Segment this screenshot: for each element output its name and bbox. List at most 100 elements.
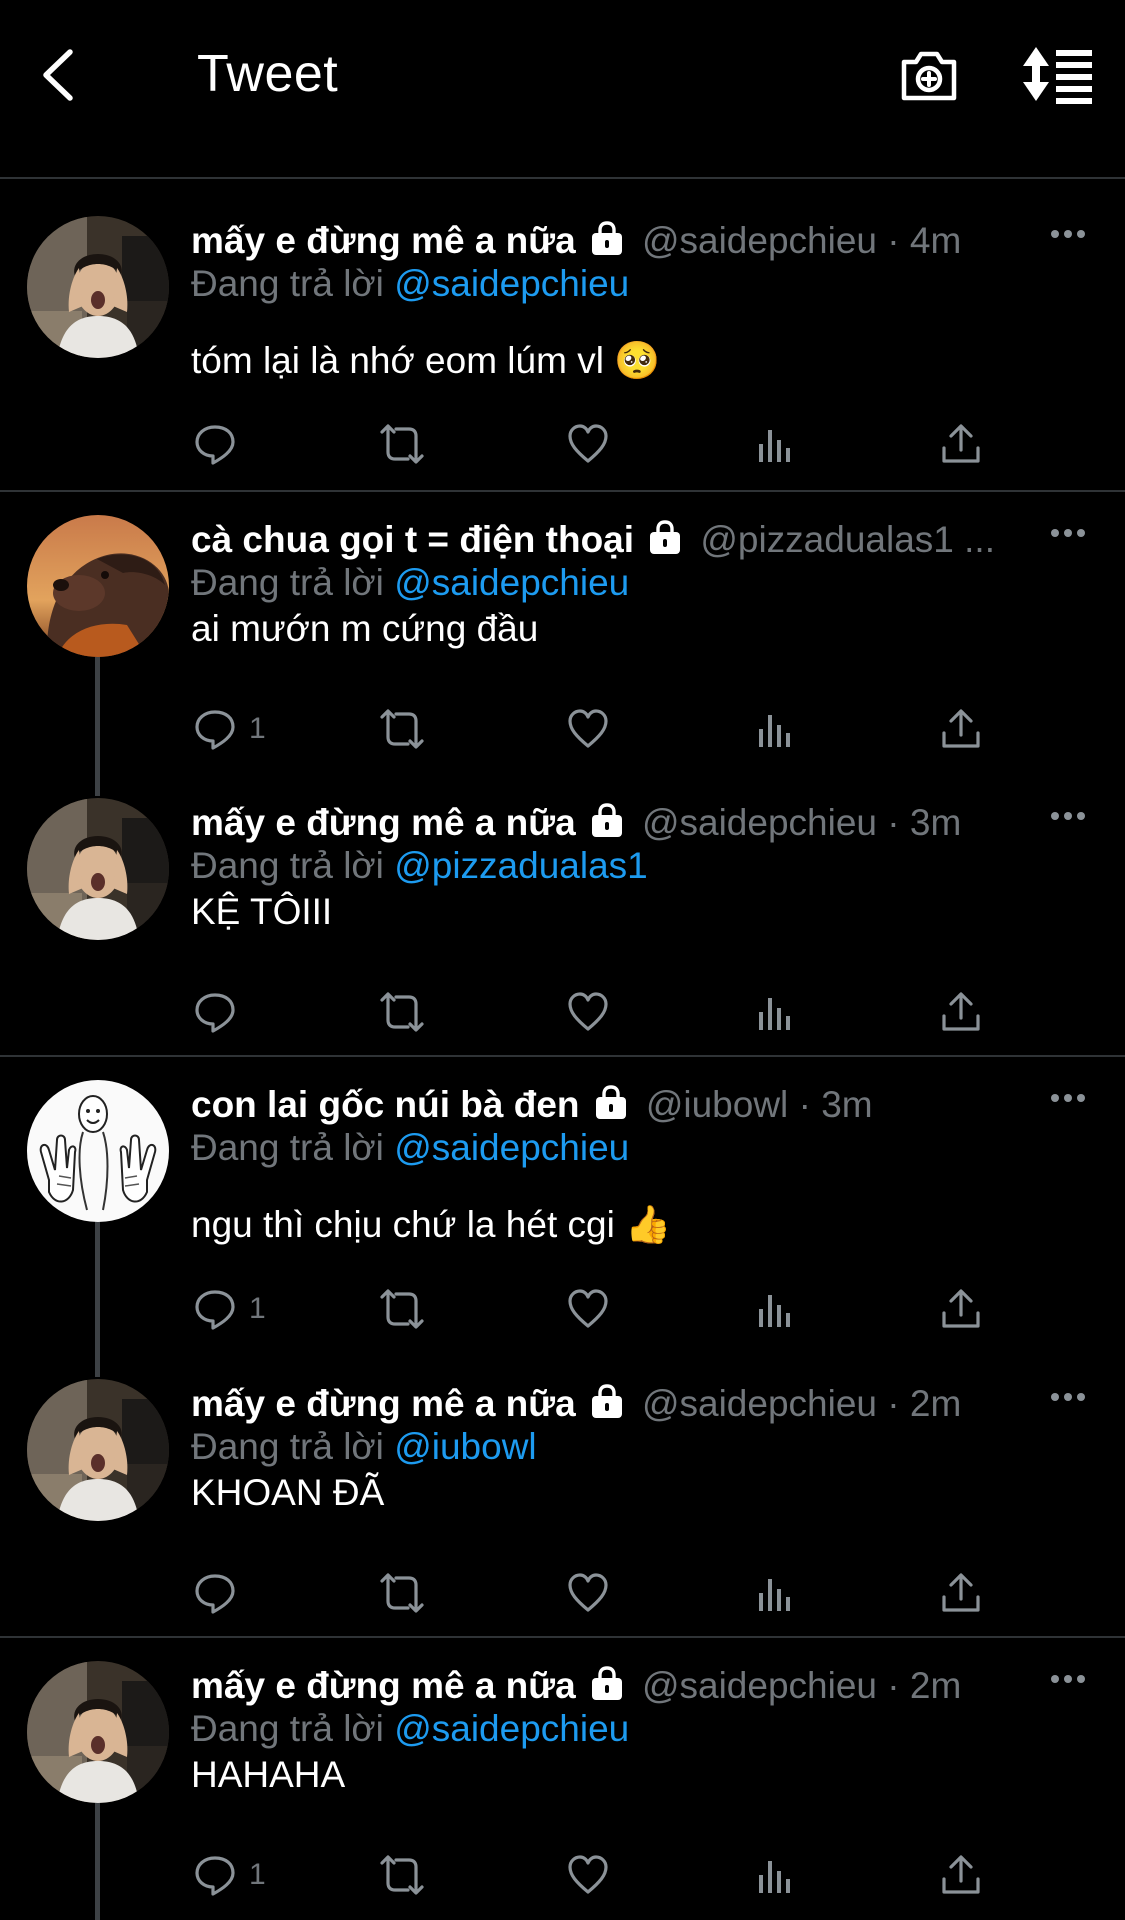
tweet-header: cà chua gọi t = điện thoại @pizzadualas1… — [191, 517, 995, 563]
lock-icon — [594, 1085, 628, 1121]
replying-to-label: Đang trả lời — [191, 1708, 384, 1749]
avatar[interactable] — [27, 216, 169, 358]
reply-button[interactable]: 1 — [193, 1287, 266, 1331]
replying-to-handle[interactable]: @saidepchieu — [394, 562, 629, 603]
lock-icon — [648, 520, 682, 556]
reply-button[interactable] — [193, 422, 249, 466]
reply-button[interactable]: 1 — [193, 1853, 266, 1897]
replying-to: Đang trả lời @saidepchieu — [191, 560, 629, 606]
back-button[interactable] — [30, 40, 90, 110]
sort-button[interactable] — [1022, 44, 1094, 104]
reply-icon — [193, 1571, 237, 1615]
timestamp[interactable]: 4m — [910, 220, 961, 261]
share-button[interactable] — [939, 707, 983, 751]
avatar[interactable] — [27, 1379, 169, 1521]
like-button[interactable] — [566, 1853, 610, 1897]
more-icon[interactable] — [1050, 1673, 1086, 1685]
retweet-button[interactable] — [376, 1287, 428, 1331]
reply-button[interactable] — [193, 990, 249, 1034]
avatar[interactable] — [27, 798, 169, 940]
retweet-button[interactable] — [376, 990, 428, 1034]
separator-dot: · — [798, 1084, 811, 1125]
bar-chart-icon — [753, 1571, 797, 1615]
like-button[interactable] — [566, 707, 610, 751]
avatar[interactable] — [27, 1080, 169, 1222]
stats-button[interactable] — [753, 422, 797, 466]
heart-icon — [566, 1571, 610, 1615]
display-name[interactable]: cà chua gọi t = điện thoại — [191, 519, 634, 560]
stats-button[interactable] — [753, 707, 797, 751]
share-button[interactable] — [939, 422, 983, 466]
user-handle[interactable]: @saidepchieu — [642, 802, 877, 843]
replying-to-handle[interactable]: @saidepchieu — [394, 1708, 629, 1749]
more-icon[interactable] — [1050, 527, 1086, 539]
replying-to-handle[interactable]: @saidepchieu — [394, 1127, 629, 1168]
timestamp[interactable]: 2m — [910, 1383, 961, 1424]
retweet-button[interactable] — [376, 1853, 428, 1897]
stats-button[interactable] — [753, 990, 797, 1034]
tweet-divider — [0, 490, 1125, 492]
timestamp[interactable]: 3m — [910, 802, 961, 843]
display-name[interactable]: mấy e đừng mê a nữa — [191, 802, 576, 843]
avatar[interactable] — [27, 515, 169, 657]
like-button[interactable] — [566, 990, 610, 1034]
stats-button[interactable] — [753, 1287, 797, 1331]
retweet-button[interactable] — [376, 422, 428, 466]
tweet-header: mấy e đừng mê a nữa @saidepchieu · 2m — [191, 1663, 961, 1709]
reply-button[interactable]: 1 — [193, 707, 266, 751]
user-handle[interactable]: @saidepchieu — [642, 1383, 877, 1424]
timestamp[interactable]: 2m — [910, 1665, 961, 1706]
reply-count: 1 — [249, 1858, 266, 1891]
timestamp[interactable]: 3m — [821, 1084, 872, 1125]
share-icon — [939, 990, 983, 1034]
share-icon — [939, 1853, 983, 1897]
share-button[interactable] — [939, 1571, 983, 1615]
replying-to-handle[interactable]: @saidepchieu — [394, 263, 629, 304]
avatar[interactable] — [27, 1661, 169, 1803]
reply-icon — [193, 1287, 237, 1331]
retweet-icon — [376, 1571, 428, 1615]
header-divider — [0, 177, 1125, 179]
retweet-button[interactable] — [376, 1571, 428, 1615]
display-name[interactable]: mấy e đừng mê a nữa — [191, 1383, 576, 1424]
heart-icon — [566, 1853, 610, 1897]
user-handle[interactable]: @iubowl — [646, 1084, 788, 1125]
more-icon[interactable] — [1050, 1092, 1086, 1104]
share-button[interactable] — [939, 990, 983, 1034]
user-handle[interactable]: @saidepchieu — [642, 220, 877, 261]
replying-to-handle[interactable]: @iubowl — [394, 1426, 536, 1467]
camera-button[interactable] — [898, 44, 960, 106]
share-icon — [939, 1287, 983, 1331]
tweet-header: con lai gốc núi bà đen @iubowl · 3m — [191, 1082, 873, 1128]
tweet-text: ngu thì chịu chứ la hét cgi 👍 — [191, 1204, 672, 1245]
like-button[interactable] — [566, 422, 610, 466]
reply-count: 1 — [249, 1292, 266, 1325]
retweet-icon — [376, 1853, 428, 1897]
reply-button[interactable] — [193, 1571, 249, 1615]
user-handle[interactable]: @saidepchieu — [642, 1665, 877, 1706]
more-icon[interactable] — [1050, 228, 1086, 240]
replying-to: Đang trả lời @pizzadualas1 — [191, 843, 648, 889]
display-name[interactable]: mấy e đừng mê a nữa — [191, 220, 576, 261]
lock-icon — [590, 221, 624, 257]
heart-icon — [566, 707, 610, 751]
reply-icon — [193, 707, 237, 751]
share-button[interactable] — [939, 1853, 983, 1897]
page-title: Tweet — [197, 45, 339, 103]
chevron-left-icon — [43, 49, 73, 101]
display-name[interactable]: con lai gốc núi bà đen — [191, 1084, 580, 1125]
user-handle[interactable]: @pizzadualas1 ... — [700, 519, 995, 560]
stats-button[interactable] — [753, 1853, 797, 1897]
more-icon[interactable] — [1050, 1391, 1086, 1403]
like-button[interactable] — [566, 1287, 610, 1331]
top-bar: Tweet — [0, 0, 1125, 179]
tweet-divider — [0, 1636, 1125, 1638]
share-button[interactable] — [939, 1287, 983, 1331]
replying-to-handle[interactable]: @pizzadualas1 — [394, 845, 648, 886]
display-name[interactable]: mấy e đừng mê a nữa — [191, 1665, 576, 1706]
share-icon — [939, 422, 983, 466]
retweet-button[interactable] — [376, 707, 428, 751]
like-button[interactable] — [566, 1571, 610, 1615]
stats-button[interactable] — [753, 1571, 797, 1615]
more-icon[interactable] — [1050, 810, 1086, 822]
